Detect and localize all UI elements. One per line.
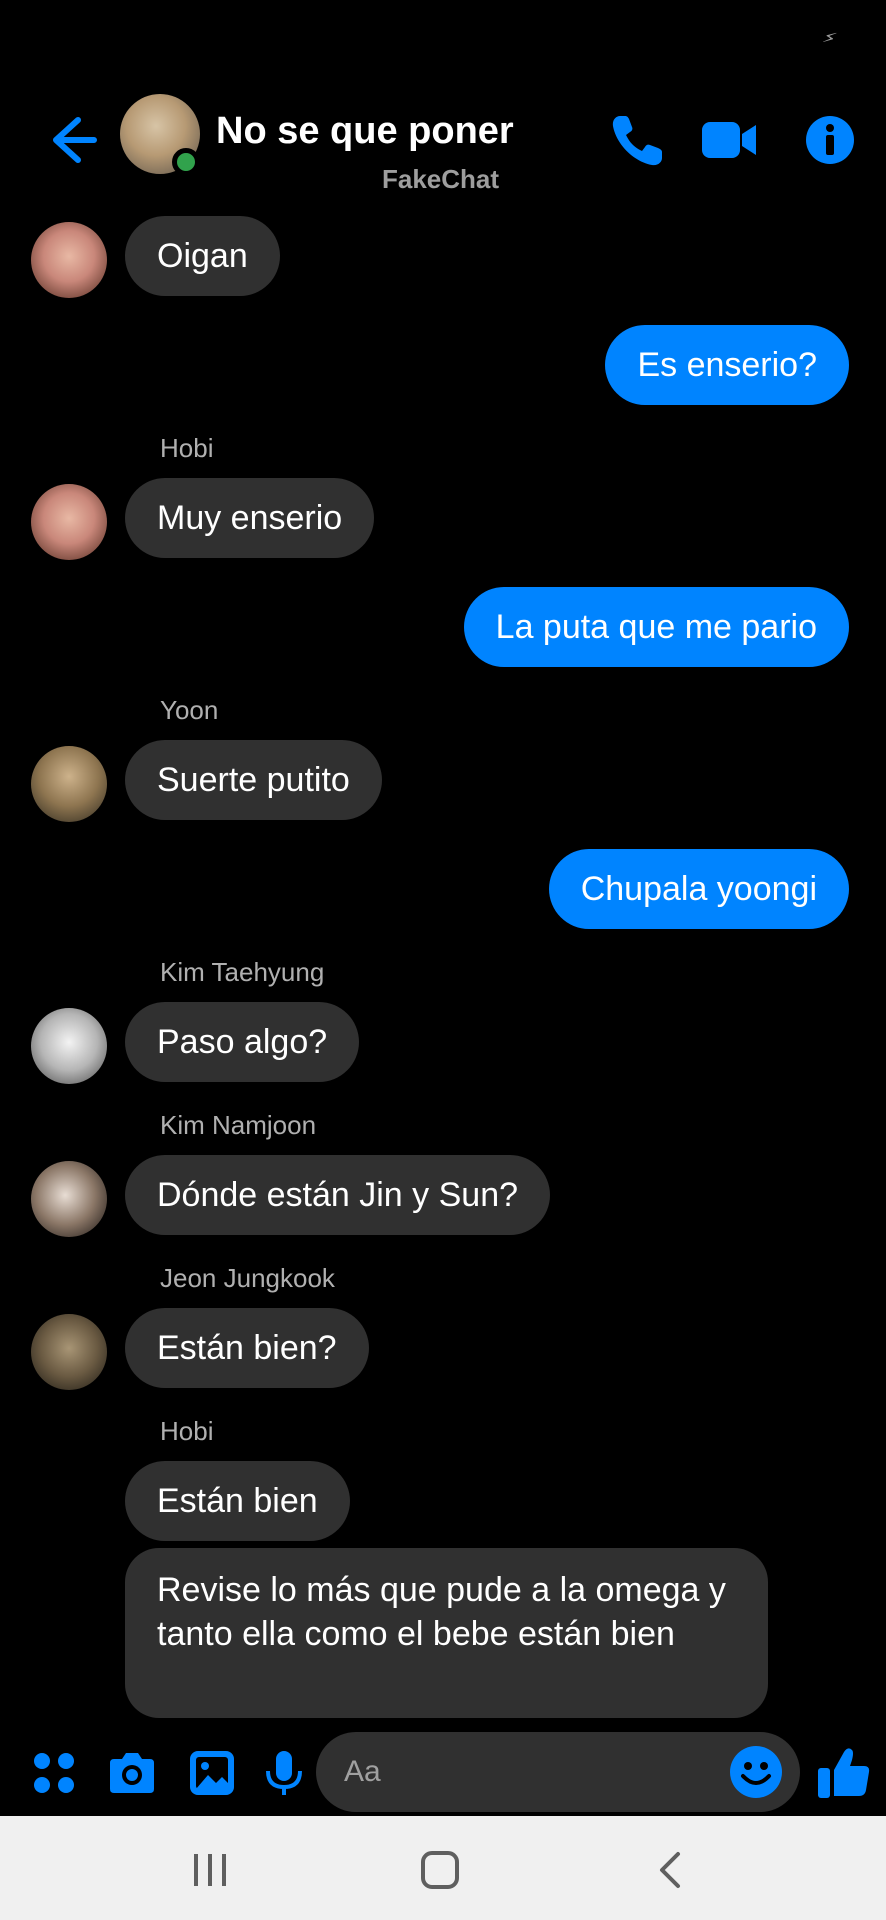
image-icon[interactable] bbox=[186, 1747, 238, 1799]
outgoing-message[interactable]: Es enserio? bbox=[605, 325, 849, 405]
incoming-message[interactable]: Están bien bbox=[125, 1461, 350, 1541]
sender-name: Jeon Jungkook bbox=[160, 1263, 335, 1293]
back-arrow-icon[interactable] bbox=[40, 110, 100, 170]
incoming-message[interactable]: Dónde están Jin y Sun? bbox=[125, 1155, 551, 1235]
info-icon[interactable] bbox=[800, 108, 864, 172]
sender-avatar[interactable] bbox=[31, 1008, 107, 1084]
system-navigation-bar bbox=[0, 1816, 886, 1920]
sender-name: Hobi bbox=[160, 1416, 214, 1446]
message-list[interactable]: Oigan Es enserio? Hobi Muy enserio La pu… bbox=[0, 210, 886, 1730]
incoming-message[interactable]: Revise lo más que pude a la omega y tant… bbox=[125, 1548, 768, 1718]
sender-avatar[interactable] bbox=[31, 1161, 107, 1237]
chat-subtitle: FakeChat bbox=[382, 164, 500, 194]
sender-name: Kim Namjoon bbox=[160, 1110, 317, 1140]
message-input[interactable]: Aa bbox=[316, 1732, 800, 1812]
status-glyph: ⚡ bbox=[820, 26, 840, 50]
video-camera-icon[interactable] bbox=[698, 108, 762, 172]
status-bar: ⚡ bbox=[0, 0, 886, 80]
incoming-message[interactable]: Suerte putito bbox=[125, 740, 382, 820]
chat-header: No se que poner FakeChat bbox=[0, 80, 886, 210]
sender-name: Hobi bbox=[160, 433, 214, 463]
home-icon[interactable] bbox=[418, 1848, 462, 1892]
sender-avatar[interactable] bbox=[31, 746, 107, 822]
message-composer: Aa bbox=[0, 1730, 886, 1816]
incoming-message[interactable]: Muy enserio bbox=[125, 478, 375, 558]
outgoing-message[interactable]: La puta que me pario bbox=[463, 587, 849, 667]
incoming-message[interactable]: Paso algo? bbox=[125, 1002, 360, 1082]
sender-avatar[interactable] bbox=[31, 1314, 107, 1390]
sender-avatar[interactable] bbox=[31, 484, 107, 560]
sender-name: Yoon bbox=[160, 695, 219, 725]
sender-name: Kim Taehyung bbox=[160, 957, 325, 987]
phone-icon[interactable] bbox=[606, 108, 670, 172]
chat-title[interactable]: No se que poner bbox=[216, 110, 514, 153]
recent-apps-icon[interactable] bbox=[188, 1848, 232, 1892]
thumbs-up-icon[interactable] bbox=[814, 1742, 874, 1802]
sender-avatar[interactable] bbox=[31, 222, 107, 298]
online-status-dot bbox=[172, 148, 200, 176]
outgoing-message[interactable]: Chupala yoongi bbox=[548, 849, 849, 929]
message-input-placeholder: Aa bbox=[344, 1755, 381, 1788]
incoming-message[interactable]: Oigan bbox=[125, 216, 280, 296]
incoming-message[interactable]: Están bien? bbox=[125, 1308, 369, 1388]
camera-icon[interactable] bbox=[106, 1747, 158, 1799]
microphone-icon[interactable] bbox=[258, 1747, 310, 1799]
apps-grid-icon[interactable] bbox=[28, 1747, 80, 1799]
back-icon[interactable] bbox=[648, 1848, 692, 1892]
emoji-icon[interactable] bbox=[728, 1744, 784, 1800]
